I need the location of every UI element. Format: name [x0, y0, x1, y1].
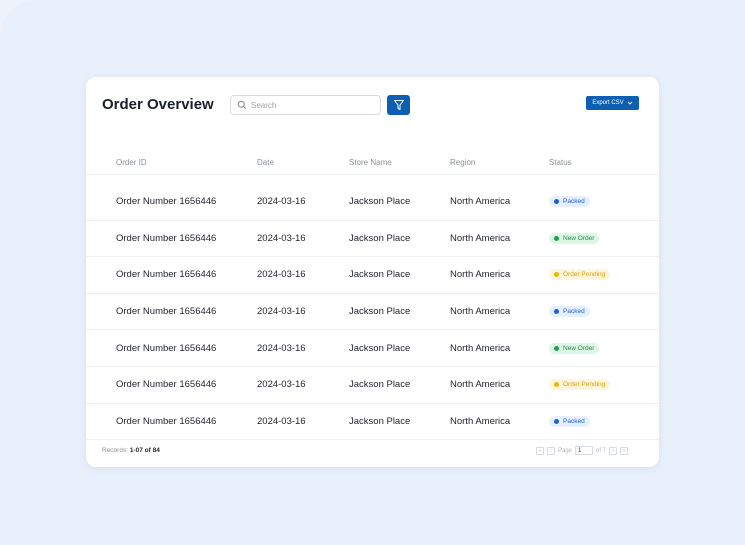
date-cell: 2024-03-16: [257, 232, 306, 244]
store-name-cell: Jackson Place: [349, 269, 411, 281]
page-total: of 7: [596, 447, 607, 454]
date-cell: 2024-03-16: [257, 306, 306, 318]
status-dot-icon: [554, 272, 559, 278]
column-header-status[interactable]: Status: [549, 158, 572, 167]
status-label: Packed: [563, 308, 585, 316]
search-box[interactable]: [230, 95, 381, 115]
order-id-cell: Order Number 1656446: [116, 232, 217, 244]
region-cell: North America: [450, 415, 511, 427]
store-name-cell: Jackson Place: [349, 379, 411, 391]
export-csv-button[interactable]: Export CSV: [586, 96, 639, 110]
column-header-store-name[interactable]: Store Name: [349, 158, 392, 167]
table-row[interactable]: Order Number 1656446 2024-03-16 Jackson Pl…: [86, 294, 659, 331]
status-badge: Order Pending: [549, 379, 611, 391]
order-id-cell: Order Number 1656446: [116, 342, 217, 354]
records-label: Records:: [102, 447, 129, 454]
first-page-button[interactable]: «: [536, 446, 544, 455]
table-row[interactable]: Order Number 1656446 2024-03-16 Jackson Pl…: [86, 404, 659, 441]
table-header: Order ID Date Store Name Region Status: [86, 151, 659, 175]
store-name-cell: Jackson Place: [349, 306, 411, 318]
status-badge: Order Pending: [549, 269, 611, 281]
status-badge: New Order: [549, 232, 600, 244]
status-dot-icon: [554, 382, 559, 388]
status-label: Packed: [563, 198, 585, 206]
status-label: New Order: [563, 344, 595, 352]
store-name-cell: Jackson Place: [349, 342, 411, 354]
status-label: Order Pending: [563, 381, 606, 389]
order-id-cell: Order Number 1656446: [116, 379, 217, 391]
status-dot-icon: [554, 235, 559, 241]
filter-icon: [393, 100, 404, 110]
status-label: Packed: [563, 417, 585, 425]
chevron-down-icon: [627, 101, 632, 105]
search-input[interactable]: [251, 100, 371, 110]
date-cell: 2024-03-16: [257, 269, 306, 281]
table-row[interactable]: Order Number 1656446 2024-03-16 Jackson Pl…: [86, 367, 659, 404]
store-name-cell: Jackson Place: [349, 232, 411, 244]
date-cell: 2024-03-16: [257, 379, 306, 391]
column-header-region[interactable]: Region: [450, 158, 475, 167]
store-name-cell: Jackson Place: [349, 415, 411, 427]
records-summary: Records: 1-07 of 84: [102, 447, 160, 454]
export-csv-label: Export CSV: [592, 100, 624, 106]
date-cell: 2024-03-16: [257, 415, 306, 427]
pagination: « ‹ Page 1 of 7 › »: [536, 446, 629, 455]
column-header-date[interactable]: Date: [257, 158, 274, 167]
status-badge: Packed: [549, 415, 590, 427]
page-label: Page: [558, 447, 573, 454]
status-label: New Order: [563, 234, 595, 242]
status-dot-icon: [554, 345, 559, 351]
last-page-button[interactable]: »: [620, 446, 629, 455]
region-cell: North America: [450, 342, 511, 354]
date-cell: 2024-03-16: [257, 196, 306, 208]
column-header-order-id[interactable]: Order ID: [116, 158, 147, 167]
status-dot-icon: [554, 309, 559, 315]
date-cell: 2024-03-16: [257, 342, 306, 354]
prev-page-button[interactable]: ‹: [547, 446, 555, 455]
page-title: Order Overview: [102, 96, 214, 113]
status-badge: Packed: [549, 306, 590, 318]
orders-card: Order Overview Export CSV Order ID Date …: [86, 77, 659, 467]
status-badge: Packed: [549, 196, 590, 208]
table-row[interactable]: Order Number 1656446 2024-03-16 Jackson Pl…: [86, 184, 659, 221]
order-id-cell: Order Number 1656446: [116, 415, 217, 427]
region-cell: North America: [450, 269, 511, 281]
table-row[interactable]: Order Number 1656446 2024-03-16 Jackson Pl…: [86, 221, 659, 258]
table-row[interactable]: Order Number 1656446 2024-03-16 Jackson Pl…: [86, 257, 659, 294]
status-label: Order Pending: [563, 271, 606, 279]
records-value: 1-07 of 84: [129, 447, 160, 454]
order-id-cell: Order Number 1656446: [116, 196, 217, 208]
order-id-cell: Order Number 1656446: [116, 306, 217, 318]
next-page-button[interactable]: ›: [609, 446, 618, 455]
status-dot-icon: [554, 418, 559, 424]
status-dot-icon: [554, 199, 559, 205]
region-cell: North America: [450, 379, 511, 391]
table-row[interactable]: Order Number 1656446 2024-03-16 Jackson Pl…: [86, 330, 659, 367]
page-number-input[interactable]: 1: [575, 446, 594, 455]
filter-button[interactable]: [387, 95, 410, 115]
store-name-cell: Jackson Place: [349, 196, 411, 208]
region-cell: North America: [450, 232, 511, 244]
region-cell: North America: [450, 306, 511, 318]
search-icon: [237, 100, 247, 110]
table-footer: Records: 1-07 of 84 « ‹ Page 1 of 7 › »: [86, 437, 659, 467]
order-id-cell: Order Number 1656446: [116, 269, 217, 281]
region-cell: North America: [450, 196, 511, 208]
status-badge: New Order: [549, 342, 600, 354]
